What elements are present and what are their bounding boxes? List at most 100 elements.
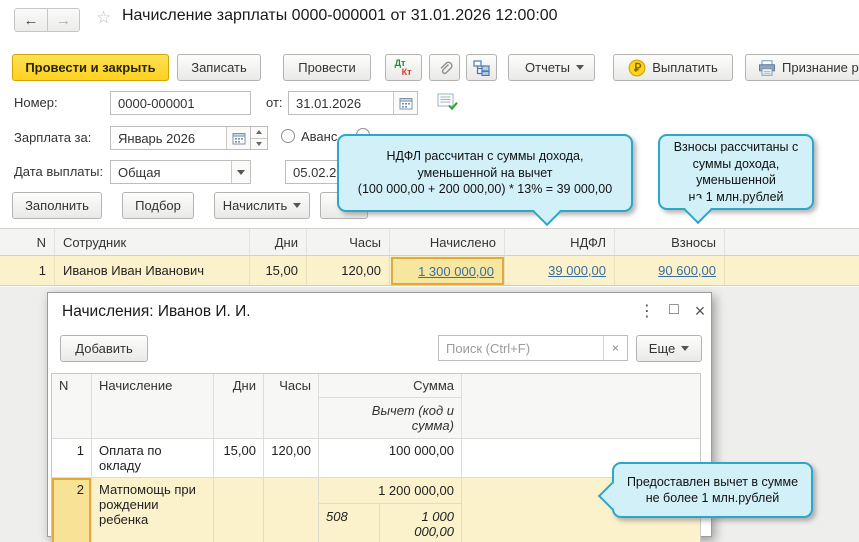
- kebab-menu-icon: ⋮: [639, 303, 655, 320]
- cell-ndfl[interactable]: 39 000,00: [505, 256, 615, 285]
- cell-accrual[interactable]: Матпомощь при рождении ребенка: [92, 478, 214, 542]
- cell-employee[interactable]: Иванов Иван Иванович: [55, 256, 250, 285]
- col-accrued: Начислено: [390, 229, 505, 255]
- cell-n[interactable]: 1: [52, 439, 92, 478]
- fill-label: Заполнить: [25, 198, 89, 213]
- cell-sum[interactable]: 1 200 000,00: [319, 478, 461, 504]
- reports-label: Отчеты: [525, 60, 570, 75]
- favorite-star-icon[interactable]: ☆: [96, 8, 111, 28]
- reports-button[interactable]: Отчеты: [508, 54, 595, 81]
- cell-n[interactable]: 1: [0, 256, 55, 285]
- nav-history-group: ← →: [14, 8, 80, 32]
- cell-days[interactable]: [214, 478, 264, 542]
- cell-days[interactable]: 15,00: [250, 256, 307, 285]
- contributions-callout: Взносы рассчитаны с суммы дохода, уменьш…: [658, 134, 814, 225]
- printer-icon: [759, 59, 775, 76]
- advance-radio[interactable]: [281, 129, 295, 143]
- col-contributions: Взносы: [615, 229, 725, 255]
- spinner-down-button[interactable]: [251, 137, 267, 150]
- payroll-document-window: ← → ☆ Начисление зарплаты 0000-000001 от…: [0, 0, 859, 542]
- from-label: от:: [266, 95, 283, 110]
- dialog-maximize-button[interactable]: □: [663, 301, 685, 319]
- number-label: Номер:: [14, 95, 58, 110]
- add-button[interactable]: Добавить: [60, 335, 148, 362]
- dt-kt-icon: Дт Кт: [394, 57, 412, 77]
- col-days: Дни: [250, 229, 307, 255]
- col-n: N: [52, 374, 92, 439]
- accruals-table: N Начисление Дни Часы Сумма Вычет (код и…: [51, 373, 701, 542]
- cell-hours[interactable]: 120,00: [307, 256, 390, 285]
- payout-kind-dropdown-button[interactable]: [231, 161, 250, 183]
- col-spacer: [725, 229, 859, 255]
- table-row[interactable]: 1 Оплата по окладу 15,00 120,00 100 000,…: [52, 439, 700, 478]
- accruals-table-header: N Начисление Дни Часы Сумма Вычет (код и…: [52, 374, 700, 439]
- cell-sum-group: 1 200 000,00 508 1 000 000,00: [319, 478, 462, 542]
- period-input[interactable]: [111, 127, 226, 149]
- spinner-up-button[interactable]: [251, 127, 267, 138]
- pick-button[interactable]: Подбор: [122, 192, 194, 219]
- col-hours: Часы: [307, 229, 390, 255]
- cell-accrual[interactable]: Оплата по окладу: [92, 439, 214, 478]
- cell-deduction-code[interactable]: 508: [319, 504, 380, 542]
- write-label: Записать: [191, 60, 247, 75]
- col-accrual: Начисление: [92, 374, 214, 439]
- attachments-button[interactable]: [429, 54, 460, 81]
- accrued-selected-cell[interactable]: 1 300 000,00: [391, 257, 504, 285]
- clear-icon: ×: [611, 341, 619, 355]
- payout-kind-combo[interactable]: [110, 160, 251, 184]
- payout-date-label: Дата выплаты:: [14, 164, 104, 179]
- accrue-label: Начислить: [222, 198, 288, 213]
- ndfl-callout-text: НДФЛ рассчитан с суммы дохода, уменьшенн…: [357, 149, 613, 197]
- cell-hours[interactable]: 120,00: [264, 439, 319, 478]
- table-row[interactable]: 2 Матпомощь при рождении ребенка 1 200 0…: [52, 478, 700, 542]
- cell-sum[interactable]: 100 000,00: [319, 439, 462, 478]
- search-clear-button[interactable]: ×: [603, 336, 627, 360]
- doc-date-input[interactable]: [289, 92, 393, 114]
- dt-kt-postings-button[interactable]: Дт Кт: [385, 54, 422, 81]
- related-documents-button[interactable]: [466, 54, 497, 81]
- search-box: ×: [438, 335, 628, 361]
- col-hours: Часы: [264, 374, 319, 439]
- calendar-icon: [232, 132, 245, 144]
- accrue-button[interactable]: Начислить: [214, 192, 310, 219]
- cell-deduction-sum[interactable]: 1 000 000,00: [380, 504, 461, 542]
- structure-icon: [473, 59, 490, 76]
- doc-date-calendar-button[interactable]: [393, 92, 417, 114]
- cell-spacer: [725, 256, 859, 285]
- dialog-title: Начисления: Иванов И. И.: [62, 303, 251, 320]
- cell-hours[interactable]: [264, 478, 319, 542]
- post-and-close-button[interactable]: Провести и закрыть: [12, 54, 169, 81]
- chevron-down-icon: [293, 203, 302, 208]
- post-label: Провести: [298, 60, 356, 75]
- dialog-close-button[interactable]: ×: [689, 301, 711, 322]
- number-input[interactable]: [111, 92, 250, 114]
- dialog-menu-button[interactable]: ⋮: [636, 301, 658, 321]
- spinner-up-icon: [256, 130, 262, 135]
- period-calendar-button[interactable]: [226, 127, 250, 149]
- contributions-callout-text: Взносы рассчитаны с суммы дохода, уменьш…: [673, 140, 799, 204]
- write-button[interactable]: Записать: [177, 54, 261, 81]
- recognition-label: Признание р: [782, 60, 859, 75]
- payout-kind-input[interactable]: [111, 161, 231, 183]
- forward-button[interactable]: →: [47, 9, 79, 31]
- col-n: N: [0, 229, 55, 255]
- spinner-down-icon: [256, 141, 262, 146]
- cell-contributions[interactable]: 90 600,00: [615, 256, 725, 285]
- more-button[interactable]: Еще: [636, 335, 702, 362]
- document-check-icon[interactable]: [437, 93, 458, 111]
- back-button[interactable]: ←: [15, 9, 47, 31]
- col-sum-group: Сумма Вычет (код и сумма): [319, 374, 462, 439]
- employees-table-header: N Сотрудник Дни Часы Начислено НДФЛ Взно…: [0, 228, 859, 256]
- fill-button[interactable]: Заполнить: [12, 192, 102, 219]
- cell-n[interactable]: 2: [52, 478, 92, 542]
- pay-button[interactable]: Выплатить: [613, 54, 733, 81]
- cell-days[interactable]: 15,00: [214, 439, 264, 478]
- recognition-print-button[interactable]: Признание р: [745, 54, 859, 81]
- ndfl-link[interactable]: 39 000,00: [548, 263, 606, 278]
- contributions-link[interactable]: 90 600,00: [658, 263, 716, 278]
- search-input[interactable]: [439, 336, 603, 360]
- accrued-link[interactable]: 1 300 000,00: [418, 264, 494, 279]
- paperclip-icon: [440, 61, 453, 74]
- post-button[interactable]: Провести: [283, 54, 371, 81]
- period-label: Зарплата за:: [14, 130, 92, 145]
